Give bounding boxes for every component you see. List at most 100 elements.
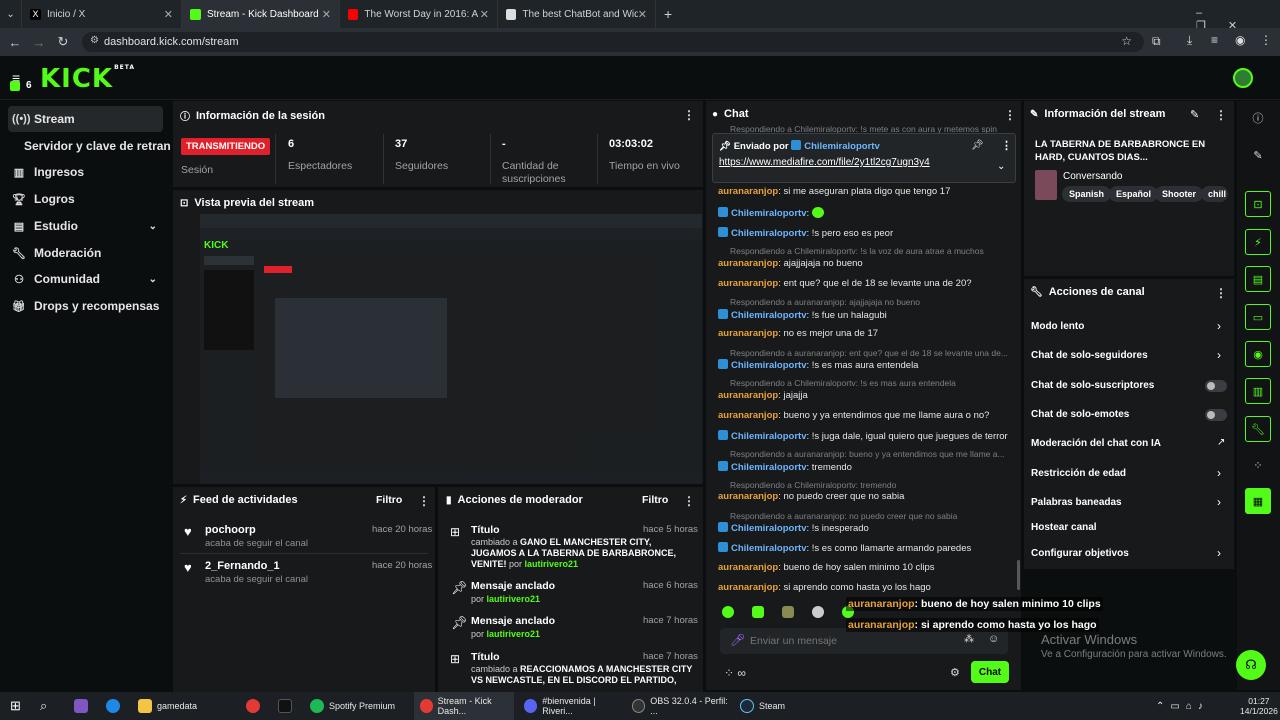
reading-list-icon[interactable]: ≡ bbox=[1211, 33, 1218, 47]
tab-list-button[interactable]: ⌄ bbox=[0, 0, 22, 28]
chat-user[interactable]: auranaranjop bbox=[718, 258, 778, 269]
profile-icon[interactable]: ◉ bbox=[1235, 33, 1245, 47]
taskbar-obs[interactable]: OBS 32.0.4 - Perfil: ... bbox=[632, 692, 732, 720]
kebab-menu-icon[interactable]: ⋮ bbox=[1004, 108, 1016, 122]
bookmark-star-icon[interactable]: ☆ bbox=[1121, 34, 1132, 48]
chevron-down-icon[interactable]: ⌄ bbox=[997, 161, 1005, 172]
edit-icon[interactable]: ✎ bbox=[1190, 108, 1199, 121]
chat-user[interactable]: Chilemiraloportv bbox=[731, 360, 807, 371]
pinned-by-user[interactable]: Chilemiraloportv bbox=[804, 141, 880, 152]
emote-icon[interactable] bbox=[722, 606, 734, 618]
chat-user[interactable]: Chilemiraloportv bbox=[731, 431, 807, 442]
system-tray[interactable]: ⌃▭⌂♪ bbox=[1156, 692, 1209, 720]
chat-user[interactable]: Chilemiraloportv bbox=[731, 208, 807, 219]
chevron-right-icon[interactable]: › bbox=[1217, 348, 1221, 362]
url-field[interactable]: ⚙ dashboard.kick.com/stream ☆ bbox=[82, 32, 1144, 52]
subscribers-only-toggle[interactable] bbox=[1205, 380, 1227, 392]
taskbar-app[interactable] bbox=[106, 692, 125, 720]
chevron-right-icon[interactable]: › bbox=[1217, 546, 1221, 560]
chat-user[interactable]: auranaranjop bbox=[718, 582, 778, 593]
layout-icon[interactable]: ▥ bbox=[1245, 378, 1271, 404]
chat-user[interactable]: auranaranjop bbox=[718, 491, 778, 502]
sidebar-item-comunidad[interactable]: ⚇ Comunidad ⌄ bbox=[8, 266, 163, 292]
chat-user[interactable]: Chilemiraloportv bbox=[731, 543, 807, 554]
kick-logo[interactable]: KICKBETA bbox=[40, 64, 135, 94]
close-icon[interactable]: ✕ bbox=[480, 8, 489, 21]
chevron-right-icon[interactable]: › bbox=[1217, 319, 1221, 333]
taskbar-spotify[interactable]: Spotify Premium bbox=[310, 692, 410, 720]
taskbar-gamedata[interactable]: gamedata bbox=[138, 692, 228, 720]
emoji-icon[interactable]: ☺ bbox=[988, 633, 999, 645]
close-icon[interactable]: ✕ bbox=[638, 8, 647, 21]
mod-filter-button[interactable]: Filtro bbox=[642, 494, 668, 506]
chat-user[interactable]: auranaranjop bbox=[718, 278, 778, 289]
sidebar-item-moderacion[interactable]: 🔧︎ Moderación bbox=[8, 240, 163, 266]
user-avatar[interactable] bbox=[1233, 68, 1253, 88]
sidebar-item-ingresos[interactable]: ▥ Ingresos bbox=[8, 159, 163, 185]
info-icon[interactable]: ⓘ bbox=[1245, 105, 1271, 131]
taskbar-app[interactable] bbox=[246, 692, 265, 720]
extensions-icon[interactable]: ⧉ bbox=[1152, 34, 1161, 49]
focus-icon[interactable]: ⊡ bbox=[1245, 191, 1271, 217]
emote-icon[interactable] bbox=[812, 606, 824, 618]
action-ai-moderation[interactable]: Moderación del chat con IA bbox=[1031, 438, 1161, 449]
kebab-menu-icon[interactable]: ⋮ bbox=[1215, 286, 1227, 300]
reload-icon[interactable]: ↻ bbox=[51, 34, 75, 50]
taskbar-app[interactable] bbox=[278, 692, 297, 720]
emote-icon[interactable] bbox=[782, 606, 794, 618]
kebab-menu-icon[interactable]: ⋮ bbox=[1001, 139, 1012, 152]
forward-icon[interactable]: → bbox=[27, 35, 51, 50]
microphone-icon[interactable]: 🎤︎ bbox=[730, 633, 745, 647]
action-age-restriction[interactable]: Restricción de edad bbox=[1031, 468, 1126, 479]
stream-tag[interactable]: chill bbox=[1201, 186, 1228, 202]
search-button[interactable]: ⌕ bbox=[40, 692, 47, 720]
stream-category[interactable]: Conversando bbox=[1063, 171, 1122, 182]
chat-scrollbar[interactable] bbox=[1017, 560, 1020, 590]
send-chat-button[interactable]: Chat bbox=[971, 661, 1009, 683]
kebab-menu-icon[interactable]: ⋮ bbox=[418, 494, 430, 508]
kebab-menu-icon[interactable]: ⋮ bbox=[683, 108, 695, 122]
clapperboard-icon[interactable]: ▦ bbox=[1245, 488, 1271, 514]
stream-tag[interactable]: Español bbox=[1109, 186, 1159, 202]
points-icon[interactable]: ⁘ ∞ bbox=[724, 666, 746, 680]
sidebar-item-stream[interactable]: ((•)) Stream bbox=[8, 106, 163, 132]
stream-tag[interactable]: Shooter bbox=[1155, 186, 1204, 202]
support-icon[interactable]: ☊ bbox=[1236, 650, 1266, 680]
action-banned-words[interactable]: Palabras baneadas bbox=[1031, 497, 1122, 508]
chat-user[interactable]: auranaranjop bbox=[718, 390, 778, 401]
new-tab-button[interactable]: + bbox=[656, 0, 680, 28]
close-icon[interactable]: ✕ bbox=[322, 8, 331, 21]
taskbar-steam[interactable]: Steam bbox=[740, 692, 820, 720]
feed-filter-button[interactable]: Filtro bbox=[376, 494, 402, 506]
chat-user[interactable]: auranaranjop bbox=[718, 562, 778, 573]
mod-desc-user[interactable]: lautirivero21 bbox=[525, 559, 579, 569]
chat-user[interactable]: Chilemiraloportv bbox=[731, 228, 807, 239]
chat-user[interactable]: auranaranjop bbox=[718, 410, 778, 421]
stream-preview-video[interactable]: KICK bbox=[200, 214, 702, 484]
tab-youtube[interactable]: The Worst Day in 2016: A Playli ✕ bbox=[340, 0, 498, 28]
download-icon[interactable]: ⤓ bbox=[1187, 33, 1192, 48]
mod-desc-user[interactable]: lautirivero21 bbox=[487, 629, 541, 639]
wrench-icon[interactable]: 🔧︎ bbox=[1245, 416, 1271, 442]
emotes-only-toggle[interactable] bbox=[1205, 409, 1227, 421]
stream-tag[interactable]: Spanish bbox=[1062, 186, 1112, 202]
taskbar-kick[interactable]: Stream - Kick Dash... bbox=[414, 692, 514, 720]
chat-user[interactable]: Chilemiraloportv bbox=[731, 310, 807, 321]
chat-message-input[interactable] bbox=[750, 632, 950, 650]
kebab-menu-icon[interactable]: ⋮ bbox=[1215, 108, 1227, 122]
action-host-channel[interactable]: Hostear canal bbox=[1031, 522, 1097, 533]
settings-gear-icon[interactable]: ⚙ bbox=[950, 666, 960, 679]
sidebar-item-logros[interactable]: 🏆︎ Logros bbox=[8, 186, 163, 212]
tab-botrix[interactable]: The best ChatBot and Widgets ✕ bbox=[498, 0, 656, 28]
document-icon[interactable]: ▤ bbox=[1245, 266, 1271, 292]
pinned-link[interactable]: https://www.mediafire.com/file/2y1tl2cg7… bbox=[719, 157, 930, 168]
chevron-right-icon[interactable]: › bbox=[1217, 466, 1221, 480]
translate-icon[interactable]: ⁂ bbox=[964, 634, 974, 645]
external-link-icon[interactable]: ↗ bbox=[1217, 437, 1225, 448]
feed-user-name[interactable]: 2_Fernando_1 bbox=[205, 560, 280, 572]
emote-icon[interactable] bbox=[752, 606, 764, 618]
sidebar-item-drops[interactable]: 🎁︎ Drops y recompensas bbox=[8, 293, 163, 319]
action-slow-mode[interactable]: Modo lento bbox=[1031, 321, 1084, 332]
mod-desc-user[interactable]: lautirivero21 bbox=[487, 594, 541, 604]
bolt-icon[interactable]: ⚡︎ bbox=[1245, 229, 1271, 255]
